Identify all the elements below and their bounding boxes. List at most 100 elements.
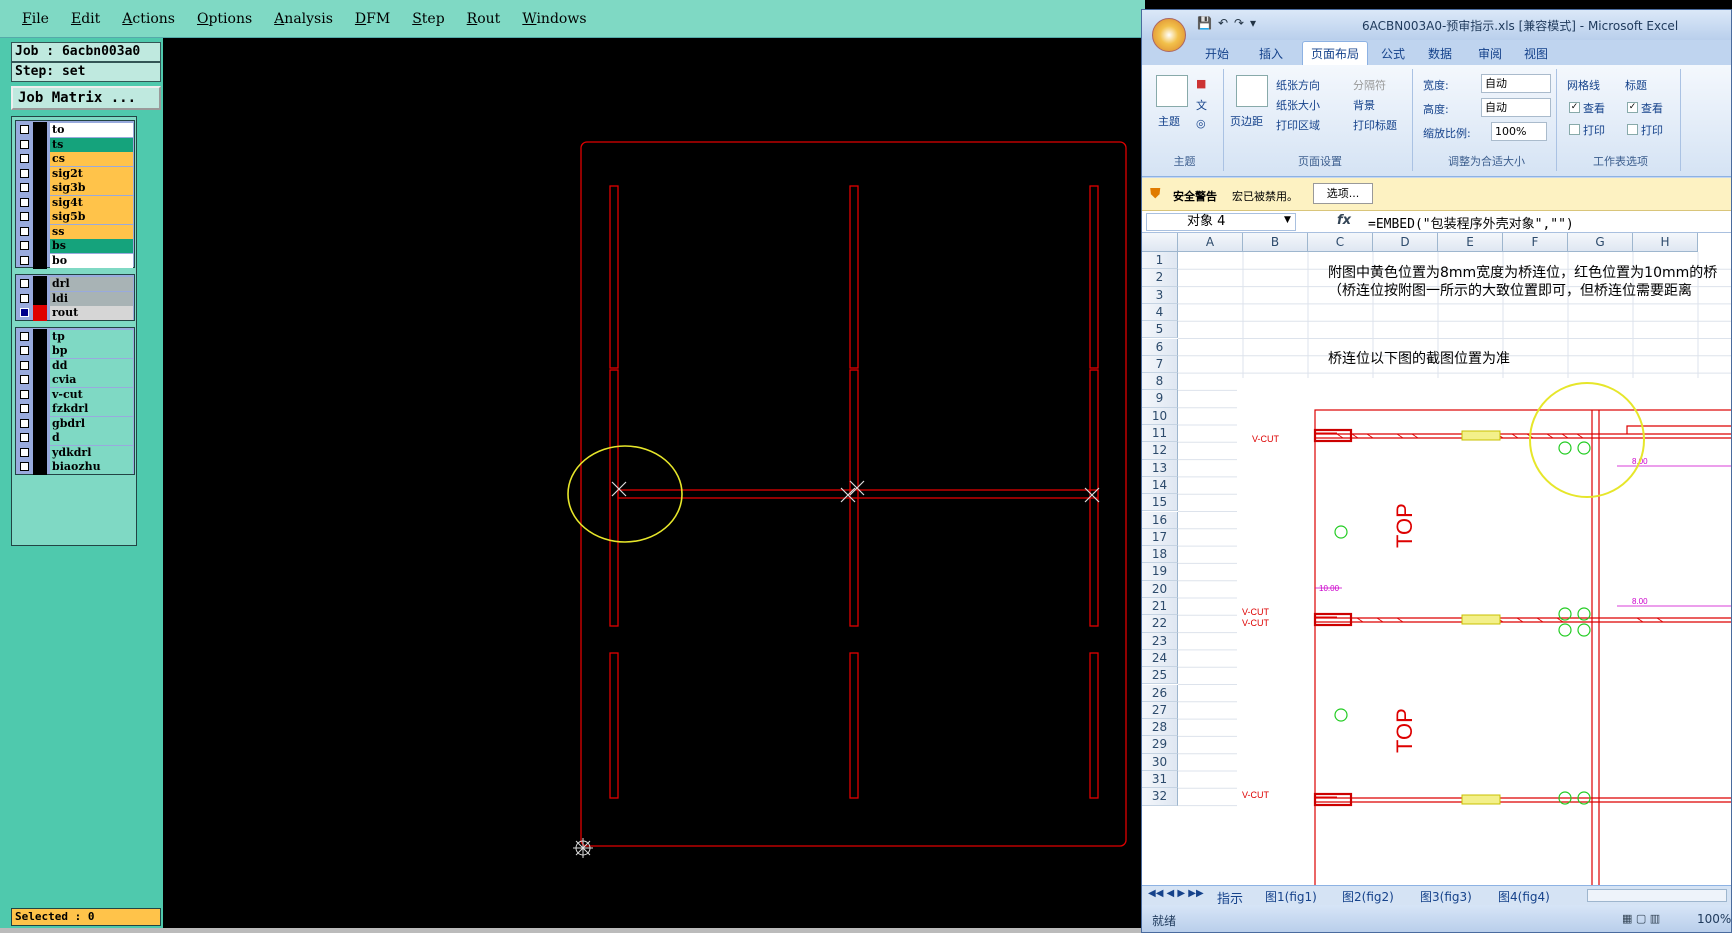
print-area-button[interactable]: 打印区域 (1276, 117, 1320, 133)
menu-rout[interactable]: Rout (467, 11, 501, 27)
tab-insert[interactable]: 插入 (1259, 45, 1283, 62)
breaks-button[interactable]: 分隔符 (1353, 77, 1386, 93)
sheet-nav-arrows[interactable]: ◀◀ ◀ ▶ ▶▶ (1148, 888, 1204, 899)
layer-name[interactable]: ldi (50, 291, 133, 306)
gridlines-view-checkbox[interactable]: ✓ (1569, 102, 1580, 113)
height-combo[interactable]: 自动 (1481, 98, 1551, 117)
layer-checkbox[interactable] (20, 462, 29, 471)
layer-name[interactable]: ydkdrl (50, 445, 133, 460)
orientation-button[interactable]: 纸张方向 (1276, 77, 1320, 93)
layer-name[interactable]: biaozhu (50, 460, 133, 474)
menu-options[interactable]: Options (197, 11, 252, 27)
layer-name[interactable]: gbdrl (50, 416, 133, 431)
name-box-dropdown-icon[interactable]: ▼ (1284, 215, 1291, 225)
theme-fonts-icon[interactable]: 文 (1196, 97, 1207, 113)
horizontal-scrollbar[interactable] (1587, 889, 1727, 902)
office-button-icon[interactable] (1152, 18, 1186, 52)
layer-name[interactable]: dd (50, 358, 133, 373)
layer-checkbox[interactable] (20, 255, 29, 265)
worksheet-grid[interactable]: ABCDEFGH 1 2 3 4 5 6 7 8 9 10 11 12 13 14 15 16 17 18 19 20… (1142, 233, 1732, 885)
sheet-tab-fig3[interactable]: 图3(fig3) (1420, 888, 1472, 905)
view-buttons-icon[interactable]: ▦ ▢ ▥ (1622, 912, 1660, 925)
headings-view-checkbox[interactable]: ✓ (1627, 102, 1638, 113)
menu-windows[interactable]: Windows (522, 11, 586, 27)
layer-checkbox[interactable] (20, 404, 29, 413)
name-box[interactable]: 对象 4 (1146, 213, 1296, 231)
layer-name[interactable]: cvia (50, 373, 133, 387)
graphic-canvas[interactable] (163, 38, 1145, 933)
layer-checkbox[interactable] (20, 433, 29, 442)
layer-row[interactable]: biaozhu (16, 459, 134, 475)
layer-checkbox[interactable] (20, 293, 29, 303)
layer-checkbox[interactable] (20, 418, 29, 428)
sheet-tab-fig2[interactable]: 图2(fig2) (1342, 888, 1394, 905)
zoom-level[interactable]: 100% (1697, 912, 1731, 926)
insert-function-icon[interactable]: fx (1337, 213, 1351, 228)
layer-name[interactable]: bo (50, 253, 133, 268)
formula-input[interactable]: =EMBED("包装程序外壳对象","") (1368, 213, 1574, 232)
quick-access-toolbar[interactable]: 💾↶↷▾ (1197, 16, 1262, 30)
layer-checkbox[interactable] (20, 241, 29, 250)
layer-checkbox[interactable] (20, 389, 29, 399)
themes-icon[interactable] (1156, 75, 1188, 107)
job-matrix-button[interactable]: Job Matrix ... (11, 86, 161, 110)
tab-formulas[interactable]: 公式 (1381, 45, 1405, 62)
layer-checkbox[interactable] (20, 168, 29, 178)
tab-review[interactable]: 审阅 (1478, 45, 1502, 62)
print-titles-button[interactable]: 打印标题 (1353, 117, 1397, 133)
cell-c2[interactable]: 附图中黄色位置为8mm宽度为桥连位，红色位置为10mm的桥 (1328, 262, 1717, 282)
cell-c7[interactable]: 桥连位以下图的截图位置为准 (1328, 348, 1510, 368)
layer-checkbox[interactable] (20, 375, 29, 384)
layer-name[interactable]: drl (50, 277, 133, 291)
margins-icon[interactable] (1236, 75, 1268, 107)
background-button[interactable]: 背景 (1353, 97, 1375, 113)
layer-checkbox[interactable] (20, 346, 29, 355)
layer-checkbox[interactable] (20, 197, 29, 207)
width-combo[interactable]: 自动 (1481, 74, 1551, 93)
layer-checkbox[interactable] (20, 279, 29, 288)
layer-checkbox[interactable] (20, 308, 29, 317)
layer-name[interactable]: sig2t (50, 166, 133, 181)
layer-name[interactable]: v-cut (50, 387, 133, 402)
tab-view[interactable]: 视图 (1524, 45, 1548, 62)
layer-name[interactable]: ss (50, 224, 133, 239)
menu-actions[interactable]: Actions (122, 11, 175, 27)
sheet-tab-fig4[interactable]: 图4(fig4) (1498, 888, 1550, 905)
layer-checkbox[interactable] (20, 139, 29, 149)
menu-analysis[interactable]: Analysis (274, 11, 333, 27)
headings-print-checkbox[interactable] (1627, 124, 1638, 135)
embedded-drawing-object[interactable]: V-CUT V-CUT V-CUT V-CUT TOP TOP 8.00 8.0… (1237, 378, 1732, 885)
layer-checkbox[interactable] (20, 125, 29, 134)
layer-row[interactable]: rout (16, 305, 134, 321)
menu-step[interactable]: Step (412, 11, 444, 27)
cell-c3[interactable]: （桥连位按附图一所示的大致位置即可，但桥连位需要距离 (1328, 280, 1692, 300)
layer-name[interactable]: fzkdrl (50, 402, 133, 416)
layer-name[interactable]: sig3b (50, 181, 133, 195)
layer-name[interactable]: bs (50, 239, 133, 253)
scale-spinner[interactable]: 100% (1491, 122, 1547, 141)
layer-name[interactable]: rout (50, 306, 133, 320)
layer-name[interactable]: to (50, 123, 133, 137)
sheet-tab-fig1[interactable]: 图1(fig1) (1265, 888, 1317, 905)
layer-name[interactable]: cs (50, 152, 133, 166)
security-options-button[interactable]: 选项... (1313, 183, 1373, 204)
tab-data[interactable]: 数据 (1428, 45, 1452, 62)
layer-name[interactable]: bp (50, 344, 133, 358)
layer-checkbox[interactable] (20, 331, 29, 341)
tab-home[interactable]: 开始 (1205, 45, 1229, 62)
layer-row[interactable]: bo (16, 252, 134, 269)
layer-checkbox[interactable] (20, 447, 29, 457)
layer-name[interactable]: sig5b (50, 210, 133, 224)
layer-checkbox[interactable] (20, 154, 29, 163)
margins-button[interactable]: 页边距 (1230, 113, 1263, 129)
menu-file[interactable]: File (22, 11, 49, 27)
layer-checkbox[interactable] (20, 212, 29, 221)
layer-name[interactable]: d (50, 431, 133, 445)
gridlines-print-checkbox[interactable] (1569, 124, 1580, 135)
theme-colors-icon[interactable]: ■ (1196, 77, 1206, 90)
layer-name[interactable]: ts (50, 137, 133, 152)
themes-button-label[interactable]: 主题 (1158, 113, 1180, 129)
layer-checkbox[interactable] (20, 360, 29, 370)
layer-name[interactable]: tp (50, 329, 133, 344)
menu-edit[interactable]: Edit (71, 11, 100, 27)
